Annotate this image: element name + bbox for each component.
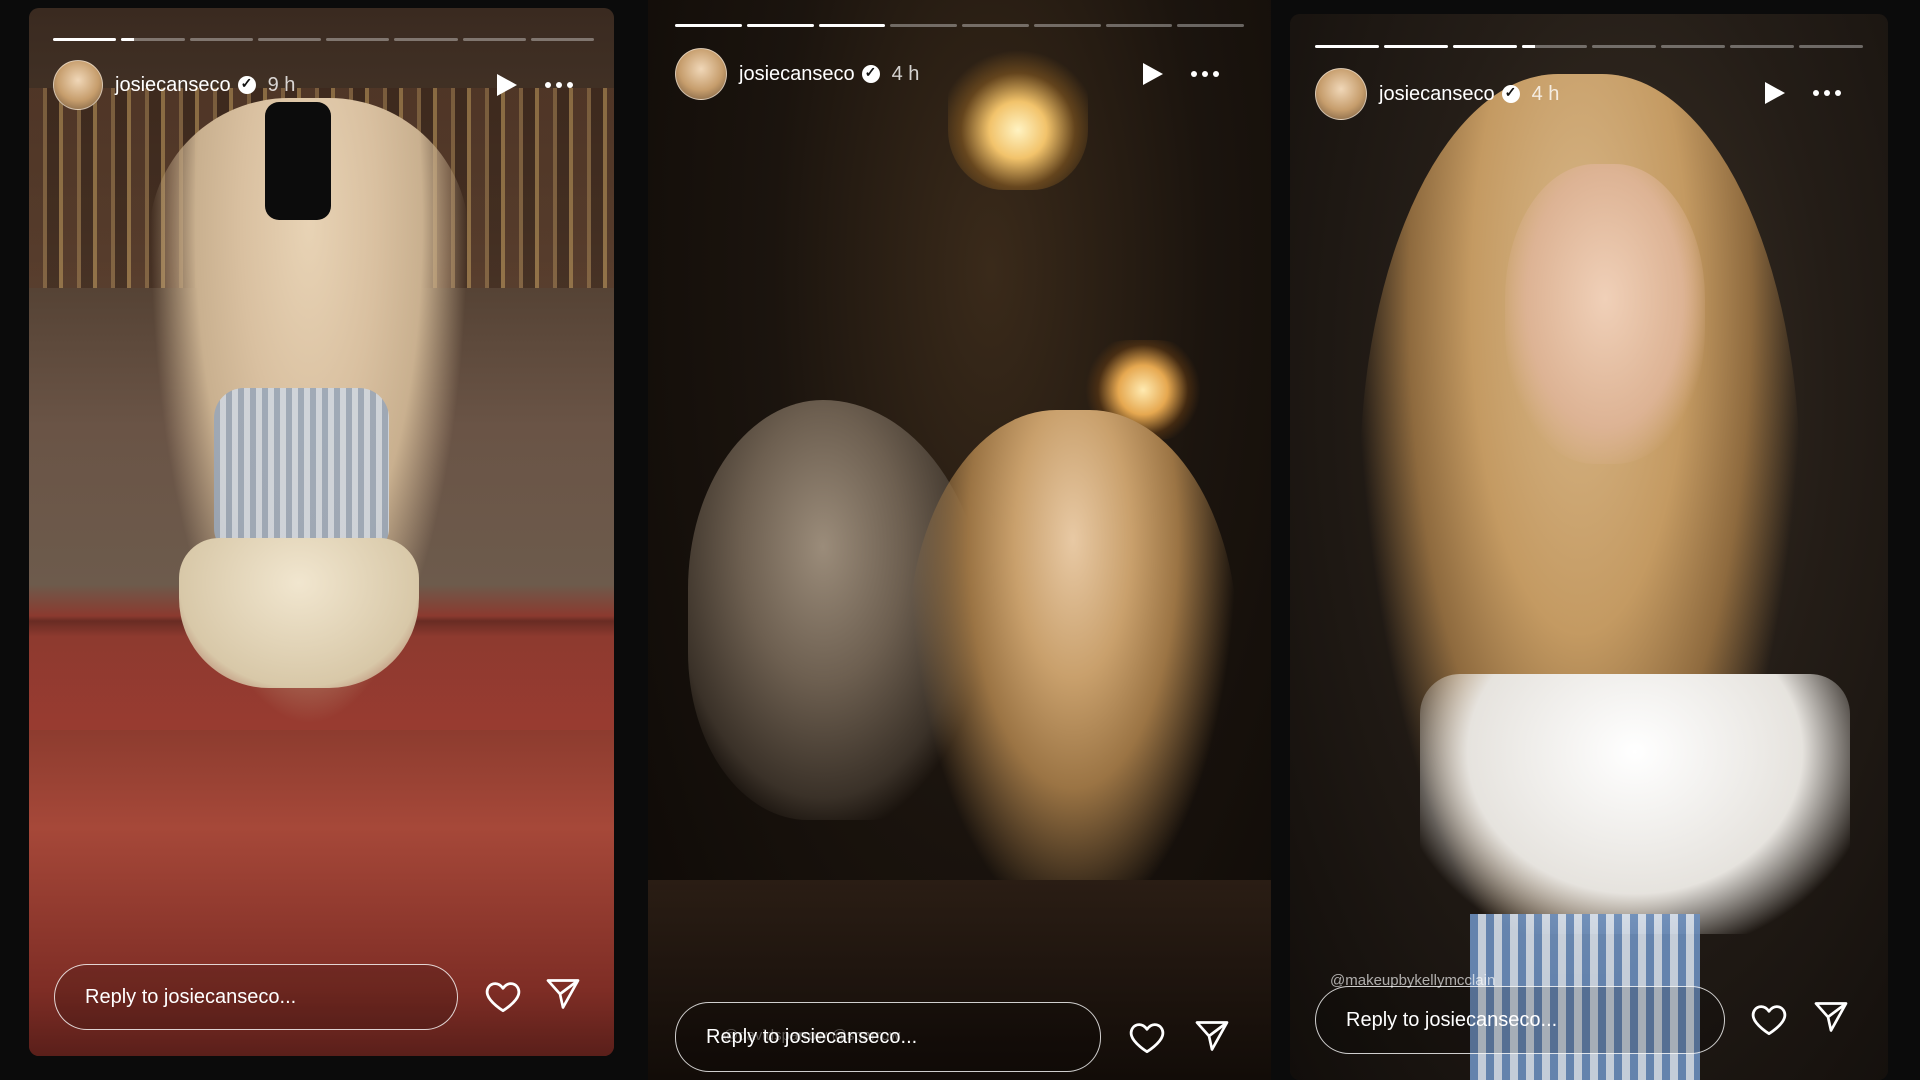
send-icon[interactable]: [1813, 1000, 1849, 1034]
progress-segment: [1315, 45, 1380, 48]
story-panel-1[interactable]: josiecanseco 9 h Reply to josiecanseco..…: [29, 8, 614, 1056]
play-icon[interactable]: [1765, 82, 1785, 104]
progress-segment: [1384, 45, 1449, 48]
story-header: josiecanseco 9 h: [53, 60, 295, 110]
more-icon[interactable]: [1813, 90, 1841, 96]
progress-segment: [818, 24, 886, 27]
story-panel-3[interactable]: josiecanseco 4 h @makeupbykellymcclain R…: [1290, 14, 1888, 1080]
heart-icon[interactable]: [1128, 1020, 1166, 1054]
story-header: josiecanseco 4 h: [675, 48, 919, 100]
story-progress: [1315, 45, 1863, 48]
send-icon[interactable]: [1194, 1019, 1230, 1053]
story-controls: [1143, 63, 1219, 85]
send-icon[interactable]: [545, 977, 581, 1011]
heart-icon[interactable]: [484, 979, 522, 1013]
person-image: [908, 410, 1238, 930]
avatar[interactable]: [675, 48, 727, 100]
story-controls: [1765, 82, 1841, 104]
avatar[interactable]: [1315, 68, 1367, 120]
heart-icon[interactable]: [1750, 1002, 1788, 1036]
reply-input[interactable]: Reply to josiecanseco...: [675, 1002, 1101, 1072]
more-icon[interactable]: [545, 82, 573, 88]
story-header: josiecanseco 4 h: [1315, 68, 1559, 120]
play-icon[interactable]: [497, 74, 517, 96]
progress-segment: [746, 24, 814, 27]
more-icon[interactable]: [1191, 71, 1219, 77]
skirt-image: [179, 538, 419, 688]
reply-input[interactable]: Reply to josiecanseco...: [1315, 986, 1725, 1054]
verified-icon: [861, 64, 880, 83]
play-icon[interactable]: [1143, 63, 1163, 85]
story-controls: [497, 74, 573, 96]
chandelier-image: [948, 40, 1088, 190]
progress-segment: [675, 24, 742, 27]
story-panel-2[interactable]: josiecanseco 4 h @davidsparrow @sparrow …: [648, 0, 1271, 1080]
reply-input[interactable]: Reply to josiecanseco...: [54, 964, 458, 1030]
username[interactable]: josiecanseco: [115, 74, 231, 97]
story-progress: [53, 38, 594, 41]
username[interactable]: josiecanseco: [1379, 83, 1495, 106]
timestamp: 4 h: [1531, 82, 1560, 105]
progress-segment: [1522, 45, 1536, 48]
progress-segment: [53, 38, 117, 41]
corset-image: [214, 388, 389, 558]
avatar[interactable]: [53, 60, 103, 110]
timestamp: 9 h: [267, 73, 296, 96]
progress-segment: [1453, 45, 1518, 48]
progress-segment: [121, 38, 134, 41]
blouse-image: [1420, 674, 1850, 934]
phone-image: [265, 102, 331, 220]
verified-icon: [1501, 84, 1520, 103]
verified-icon: [237, 75, 256, 94]
story-progress: [675, 24, 1244, 27]
face-image: [1505, 164, 1705, 464]
username[interactable]: josiecanseco: [739, 63, 855, 86]
timestamp: 4 h: [891, 62, 920, 85]
